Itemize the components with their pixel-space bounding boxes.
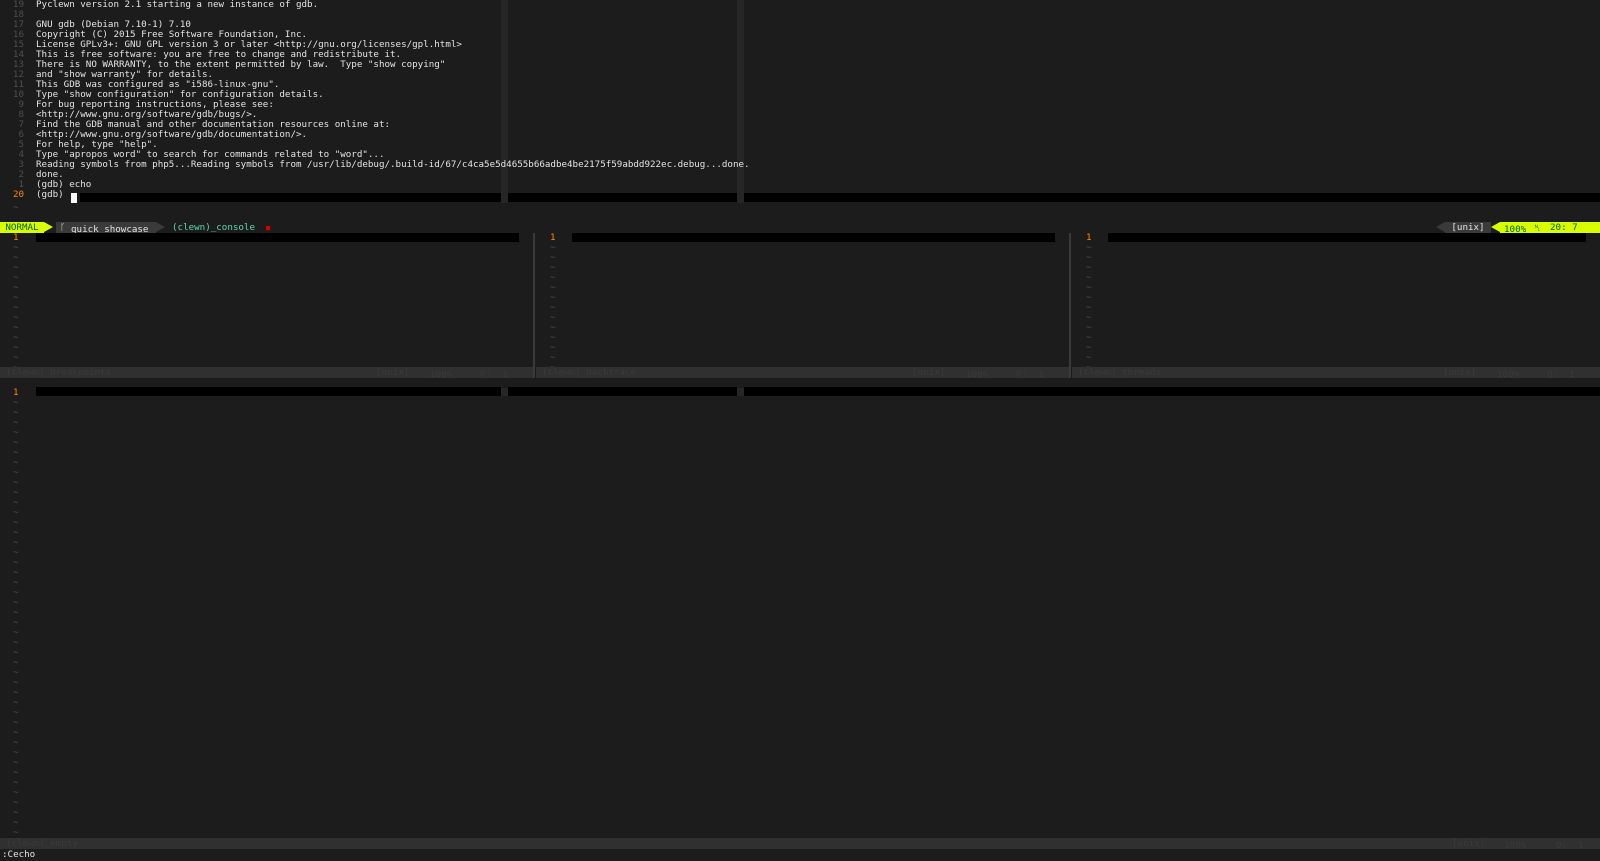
branch-arrow — [156, 222, 165, 232]
window-fileformat: [unix] — [912, 367, 946, 378]
fileformat-segment: [unix] — [1445, 222, 1491, 233]
mode-indicator: NORMAL — [0, 222, 44, 233]
split-window[interactable]: 1~~~~~~~~~~~~~(clewn)_backtrace[unix]100… — [536, 232, 1069, 380]
empty-line-tilde: ~ — [13, 202, 19, 213]
fileformat-arrow — [1436, 222, 1445, 232]
split-window[interactable]: 1~~~~~~~~~~~~~(clewn)_breakpoints[unix]1… — [0, 232, 533, 380]
console-text: (gdb) — [36, 189, 70, 200]
cursorline-highlight — [508, 387, 737, 396]
window-filename: (clewn)_breakpoints — [6, 367, 112, 378]
window-filename: (clewn)_threads — [1078, 367, 1161, 378]
branch-icon: ᚴ — [60, 222, 66, 233]
active-statusline: NORMAL ᚴ quick_showcase (clewn)_console … — [0, 222, 1600, 235]
position-arrow — [1491, 222, 1500, 232]
text-cursor — [71, 193, 77, 203]
empty-window[interactable]: 1 ~ ~ ~ ~ ~ ~ ~ ~ ~ ~ ~ ~ ~ ~ ~ ~ ~ ~ ~ ~ ~ ~ ~ ~ ~ ~ ~ ~ ~ ~ ~ ~ ~ ~ ~ ~ ~ ~… — [0, 387, 1600, 843]
line-number: 20 — [13, 189, 25, 200]
cursorline-highlight — [36, 233, 519, 242]
split-window[interactable]: 1~~~~~~~~~~~~~(clewn)_threads[unix]100%0… — [1072, 232, 1600, 380]
colorcolumn-guide — [737, 388, 744, 396]
window-filename: (clewn)_backtrace — [542, 367, 637, 378]
console-line: 1 (gdb) echo — [0, 180, 1600, 190]
inactive-statusline: (clewn)_breakpoints [unix] 100% 0: 1 — [0, 367, 533, 380]
console-text: Reading symbols from php5...Reading symb… — [36, 159, 750, 170]
inactive-statusline-empty: (clewn)_empty [unix] 100% 0: 1 — [0, 838, 1600, 851]
window-fileformat: [unix] — [1452, 838, 1486, 849]
window-percent: 100% — [430, 369, 453, 380]
inactive-statusline: (clewn)_threads [unix] 100% 0: 1 — [1072, 367, 1600, 380]
command-text: :Cecho — [2, 849, 36, 860]
cursorline-highlight — [36, 387, 501, 396]
cursorline-highlight — [572, 233, 1055, 242]
split-windows: 1~~~~~~~~~~~~~(clewn)_breakpoints[unix]1… — [0, 232, 1600, 380]
cursorline-highlight — [1108, 233, 1586, 242]
cursorline-highlight — [744, 193, 1600, 202]
console-line: 19 Pyclewn version 2.1 starting a new ins… — [0, 0, 1600, 10]
branch-segment: ᚴ quick_showcase — [56, 222, 156, 235]
cursorline-highlight — [744, 387, 1600, 396]
vertical-split-separator[interactable] — [533, 233, 535, 378]
command-line[interactable]: :Cecho — [0, 849, 1600, 861]
console-line: 13 There is NO WARRANTY, to the extent pe… — [0, 60, 1600, 70]
console-line: 6 <http://www.gnu.org/software/gdb/docume… — [0, 130, 1600, 140]
window-position: 0: 1 — [1547, 369, 1575, 380]
window-percent: 100% — [1497, 369, 1520, 380]
console-text: Pyclewn version 2.1 starting a new insta… — [36, 0, 319, 10]
console-window[interactable]: 19 Pyclewn version 2.1 starting a new ins… — [0, 0, 1600, 222]
console-line: 3 Reading symbols from php5...Reading sym… — [0, 160, 1600, 170]
window-fileformat: [unix] — [1443, 367, 1477, 378]
cursorline-highlight — [80, 193, 501, 202]
vertical-split-separator[interactable] — [1069, 233, 1071, 378]
inactive-statusline: (clewn)_backtrace [unix] 100% 0: 1 — [536, 367, 1069, 380]
window-position: 0: 1 — [480, 369, 508, 380]
cursorline-highlight — [508, 193, 737, 202]
colorcolumn-guide — [501, 388, 508, 396]
position-segment: 100% ␤ 20: 7 — [1500, 222, 1600, 235]
console-line: 2 done. — [0, 170, 1600, 180]
mode-label: NORMAL — [5, 222, 39, 233]
cursor-position: 20: 7 — [1550, 222, 1578, 233]
fileformat-label: [unix] — [1451, 222, 1485, 233]
current-filename: (clewn)_console — [172, 222, 255, 233]
window-position: 0: 1 — [1016, 369, 1044, 380]
mode-arrow — [44, 222, 53, 232]
empty-line-tilde: ~ — [13, 827, 19, 838]
window-percent: 100% — [966, 369, 989, 380]
window-filename: (clewn)_empty — [6, 838, 78, 849]
window-fileformat: [unix] — [376, 367, 410, 378]
console-line: 18 — [0, 10, 1600, 20]
